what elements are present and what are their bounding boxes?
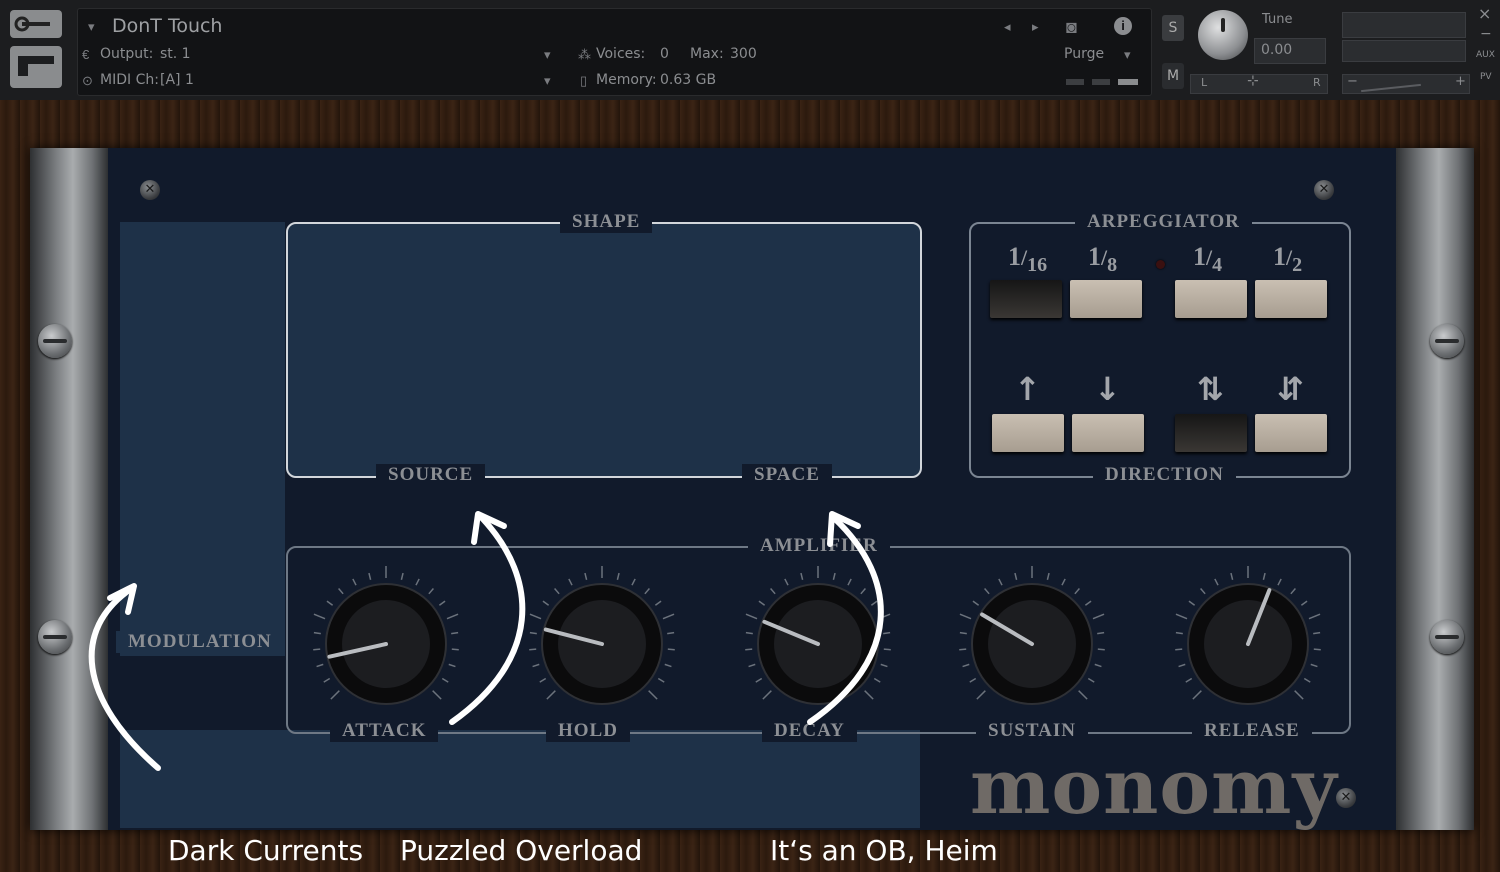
- arrow-puzzled-overload: [449, 515, 526, 725]
- arrow-dark-currents: [88, 585, 161, 771]
- caption-dark-currents: Dark Currents: [168, 834, 364, 867]
- arrow-ob-heim: [807, 515, 884, 725]
- caption-puzzled-overload: Puzzled Overload: [400, 834, 643, 867]
- caption-ob-heim: It‘s an OB, Heim: [770, 834, 998, 867]
- annotation-arrows: [88, 511, 884, 771]
